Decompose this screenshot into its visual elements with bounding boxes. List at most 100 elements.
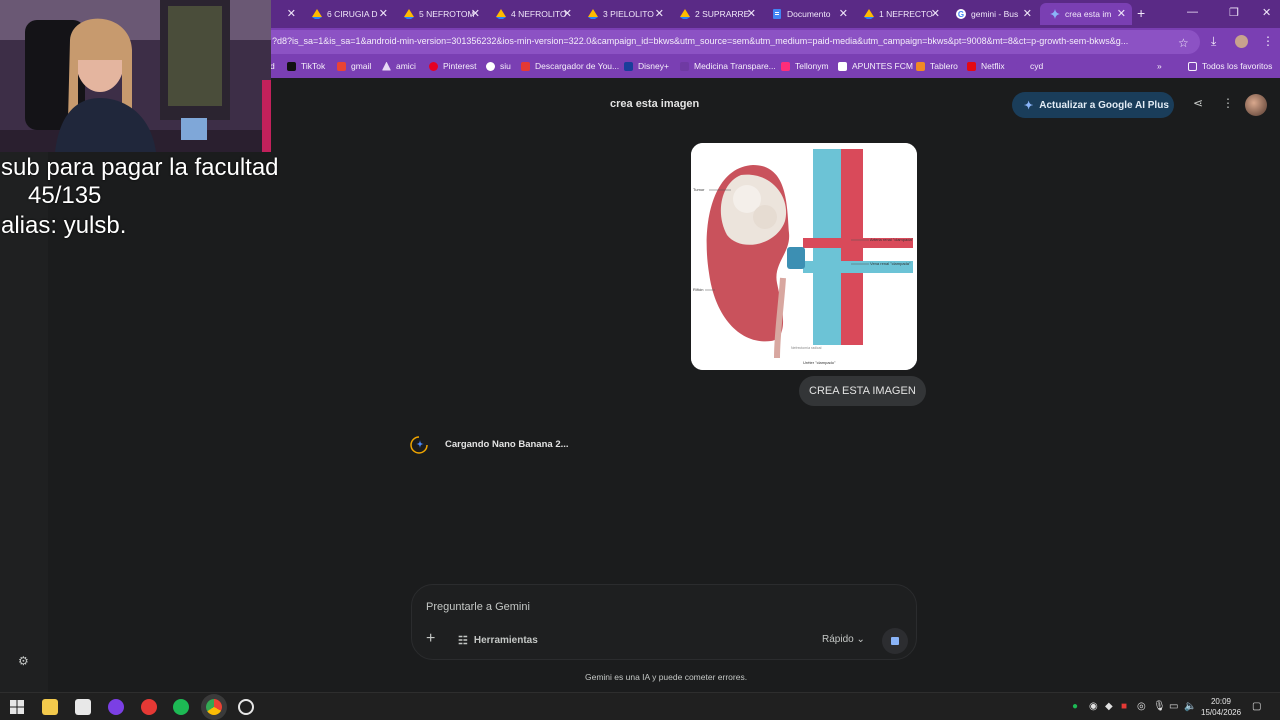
browser-tab[interactable]: 4 NEFROLITO ✕ <box>486 3 578 25</box>
bookmark-tablero[interactable]: Tablero <box>916 61 958 71</box>
stop-icon <box>891 637 899 645</box>
bookmark-disney[interactable]: Disney+ <box>624 61 669 71</box>
volume-icon[interactable]: 🔈 <box>1184 701 1196 712</box>
url-text[interactable]: ?d8?is_sa=1&is_sa=1&android-min-version=… <box>272 36 1167 46</box>
prompt-input[interactable] <box>426 599 896 615</box>
pinterest-icon <box>429 61 438 71</box>
bookmark-medicina[interactable]: Medicina Transpare... <box>680 61 776 71</box>
app-red-icon[interactable] <box>141 699 157 715</box>
more-bookmarks-icon[interactable]: » <box>1157 61 1162 71</box>
spotify-tray-icon[interactable]: ● <box>1072 701 1078 712</box>
stop-generation-button[interactable] <box>882 628 908 654</box>
tools-button[interactable]: ☷ Herramientas <box>458 634 538 647</box>
tab-label: 1 NEFRECTO <box>879 9 933 19</box>
netflix-icon <box>967 61 976 71</box>
bookmark-siu[interactable]: siu <box>486 61 511 71</box>
add-attachment-icon[interactable]: + <box>426 630 435 648</box>
new-tab-button[interactable]: + <box>1137 5 1145 21</box>
profile-icon[interactable] <box>1235 35 1248 48</box>
close-window-icon[interactable]: ✕ <box>1262 6 1271 19</box>
close-icon[interactable]: ✕ <box>747 7 756 20</box>
close-icon[interactable]: ✕ <box>839 7 848 20</box>
bookmark-tellonym[interactable]: Tellonym <box>781 61 829 71</box>
file-explorer-icon[interactable] <box>42 699 58 715</box>
store-icon[interactable] <box>75 699 91 715</box>
tab-label: 2 SUPRARRE <box>695 9 750 19</box>
chat-title: crea esta imagen <box>610 98 700 110</box>
browser-tab[interactable]: Documento ✕ <box>762 3 854 25</box>
bookmark-cyd[interactable]: cyd <box>1016 61 1043 71</box>
tab-label: 3 PIELOLITO <box>603 9 654 19</box>
overlay-text-line: sub para pagar la facultad <box>1 154 279 181</box>
cyd-icon <box>1016 61 1025 71</box>
omnibox[interactable]: ?d8?is_sa=1&is_sa=1&android-min-version=… <box>260 30 1200 54</box>
browser-tab[interactable]: 5 NEFROTOM ✕ <box>394 3 486 25</box>
browser-tab-active[interactable]: crea esta im ✕ <box>1040 3 1132 25</box>
discord-tray-icon[interactable]: ◆ <box>1105 701 1113 712</box>
windows-start-icon[interactable] <box>9 699 25 715</box>
close-icon[interactable]: ✕ <box>287 7 296 20</box>
share-icon[interactable]: ⋖ <box>1193 96 1203 110</box>
restore-icon[interactable]: ❐ <box>1229 6 1239 19</box>
system-clock[interactable]: 20:09 15/04/2026 <box>1201 696 1241 718</box>
close-icon[interactable]: ✕ <box>655 7 664 20</box>
tiktok-icon <box>287 61 296 71</box>
bookmark-netflix[interactable]: Netflix <box>967 61 1005 71</box>
whatsapp-tray-icon[interactable]: ◉ <box>1089 701 1098 712</box>
all-bookmarks[interactable]: Todos los favoritos <box>1188 61 1272 71</box>
notifications-icon[interactable]: ▢ <box>1252 701 1261 712</box>
browser-profile-icon[interactable] <box>108 699 124 715</box>
drive-icon <box>864 9 874 19</box>
webcam-overlay <box>0 0 271 152</box>
minimize-icon[interactable]: — <box>1187 6 1198 18</box>
close-icon[interactable]: ✕ <box>931 7 940 20</box>
disclaimer-text: Gemini es una IA y puede cometer errores… <box>585 672 748 682</box>
google-icon: G <box>956 9 966 19</box>
label-ureter: Uréter "clampado" <box>803 360 836 365</box>
app-tray-icon[interactable]: ■ <box>1121 701 1127 712</box>
avatar[interactable] <box>1245 94 1267 116</box>
triangle-icon <box>382 61 391 71</box>
chrome-icon[interactable] <box>206 699 222 715</box>
browser-tab[interactable]: 6 CIRUGIA D ✕ <box>302 3 394 25</box>
tab-label: Documento <box>787 9 831 19</box>
network-icon[interactable]: ▭ <box>1169 701 1178 712</box>
chrome-tray-icon[interactable]: ◎ <box>1137 701 1146 712</box>
uploaded-image[interactable]: Tumor Riñón Arteria renal "clampada" Ven… <box>691 143 917 370</box>
bookmark-amici[interactable]: amici <box>382 61 416 71</box>
loading-spinner-icon <box>410 436 428 454</box>
windows-taskbar: ● ◉ ◆ ■ ◎ 🎙 ▭ 🔈 20:09 15/04/2026 ▢ <box>0 692 1280 720</box>
bookmark-downloader[interactable]: Descargador de You... <box>521 61 619 71</box>
spotify-icon[interactable] <box>173 699 189 715</box>
browser-tab[interactable]: 1 NEFRECTO ✕ <box>854 3 946 25</box>
drive-icon <box>588 9 598 19</box>
settings-icon[interactable]: ⚙ <box>18 654 29 668</box>
more-options-icon[interactable]: ⋮ <box>1222 96 1234 110</box>
obs-icon[interactable] <box>238 699 254 715</box>
download-icon[interactable]: ⤓ <box>1211 34 1216 49</box>
browser-tab[interactable]: 2 SUPRARRE ✕ <box>670 3 762 25</box>
star-icon[interactable]: ☆ <box>1178 36 1189 50</box>
browser-tab[interactable]: G gemini - Bus ✕ <box>946 3 1038 25</box>
bookmark-tiktok[interactable]: TikTok <box>287 61 325 71</box>
user-message-bubble: CREA ESTA IMAGEN <box>799 376 926 406</box>
close-icon[interactable]: ✕ <box>471 7 480 20</box>
clock-time: 20:09 <box>1210 697 1232 706</box>
globe-icon <box>486 61 495 71</box>
model-mode-selector[interactable]: Rápido ⌄ <box>822 634 865 645</box>
label-artery: Arteria renal "clampada" <box>870 237 914 242</box>
sliders-icon: ☷ <box>458 635 468 647</box>
bookmark-gmail[interactable]: gmail <box>337 61 371 71</box>
upgrade-button[interactable]: ✦ Actualizar a Google AI Plus <box>1012 92 1174 118</box>
close-icon[interactable]: ✕ <box>1117 7 1126 20</box>
microphone-icon[interactable]: 🎙 <box>1153 701 1166 712</box>
close-icon[interactable]: ✕ <box>379 7 388 20</box>
drive-icon <box>680 9 690 19</box>
menu-dots-icon[interactable]: ⋮ <box>1262 34 1274 48</box>
bookmark-pinterest[interactable]: Pinterest <box>429 61 477 71</box>
browser-tab[interactable]: 3 PIELOLITO ✕ <box>578 3 670 25</box>
close-icon[interactable]: ✕ <box>563 7 572 20</box>
close-icon[interactable]: ✕ <box>1023 7 1032 20</box>
bookmark-apuntes[interactable]: APUNTES FCM <box>838 61 913 71</box>
label-tumor: Tumor <box>693 187 705 192</box>
